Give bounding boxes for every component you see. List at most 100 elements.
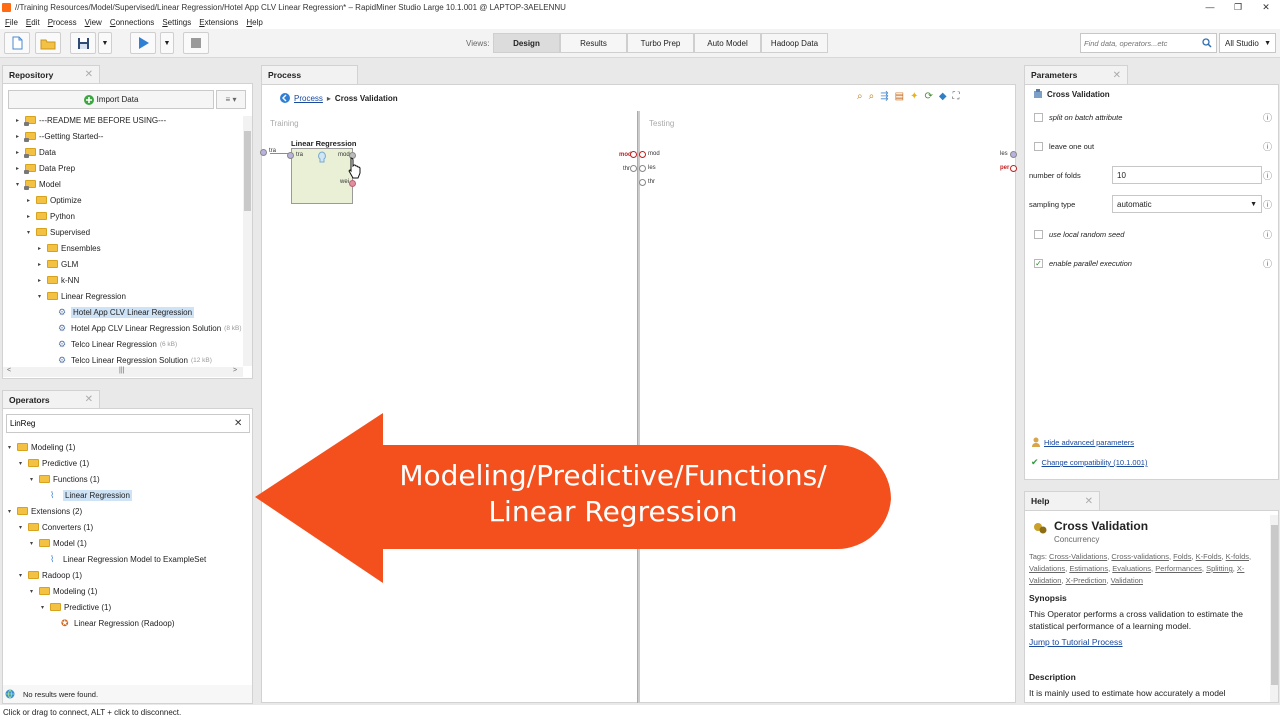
help-tag-link[interactable]: Estimations bbox=[1069, 564, 1108, 573]
breadcrumb-process-link[interactable]: Process bbox=[294, 94, 323, 103]
collapse-icon[interactable]: ▾ bbox=[35, 293, 44, 300]
info-icon[interactable]: ⓘ bbox=[1263, 169, 1272, 182]
tab-help[interactable]: Help ✕ bbox=[1024, 491, 1100, 510]
collapse-icon[interactable]: ▾ bbox=[5, 508, 14, 515]
tree-leaf-item[interactable]: ⚙ Telco Linear Regression (6 kB) bbox=[46, 336, 177, 352]
help-tag-link[interactable]: Cross-Validations bbox=[1049, 552, 1107, 561]
info-icon[interactable]: ⓘ bbox=[1263, 111, 1272, 124]
collapse-icon[interactable]: ▾ bbox=[38, 604, 47, 611]
view-tab-auto-model[interactable]: Auto Model bbox=[694, 33, 761, 53]
repository-menu-button[interactable]: ≡ ▾ bbox=[216, 90, 246, 109]
tab-repository[interactable]: Repository ✕ bbox=[2, 65, 100, 83]
process-up-icon[interactable] bbox=[280, 93, 290, 103]
training-output-port-2[interactable] bbox=[630, 165, 637, 172]
tree-folder-item[interactable]: ▾ Predictive (1) bbox=[38, 599, 111, 615]
tree-folder-item[interactable]: ▾ Predictive (1) bbox=[16, 455, 89, 471]
tab-process[interactable]: Process bbox=[261, 65, 358, 84]
testing-output-per-port[interactable] bbox=[1010, 165, 1017, 172]
help-tag-link[interactable]: K-Folds bbox=[1196, 552, 1222, 561]
import-data-button[interactable]: Import Data bbox=[8, 90, 214, 109]
tree-folder-item[interactable]: ▾ Modeling (1) bbox=[5, 439, 75, 455]
repository-hscrollbar[interactable]: < ||| > bbox=[3, 367, 243, 377]
expand-icon[interactable]: ▸ bbox=[13, 165, 22, 172]
help-tag-link[interactable]: Validations bbox=[1029, 564, 1065, 573]
info-icon[interactable]: ⓘ bbox=[1263, 228, 1272, 241]
tree-folder-item[interactable]: ▸ Python bbox=[24, 208, 75, 224]
info-icon[interactable]: ⓘ bbox=[1263, 257, 1272, 270]
tree-folder-item[interactable]: ▸ --Getting Started-- bbox=[13, 128, 103, 144]
run-button[interactable] bbox=[130, 32, 156, 54]
chevron-left-icon[interactable]: < bbox=[7, 367, 11, 374]
enable-parallel-checkbox[interactable]: ✓ bbox=[1034, 258, 1043, 268]
info-icon[interactable]: ⓘ bbox=[1263, 198, 1272, 211]
tree-folder-item[interactable]: ▸ Optimize bbox=[24, 192, 82, 208]
operator-input-port[interactable] bbox=[287, 152, 294, 159]
tree-folder-item[interactable]: ▸ k-NN bbox=[35, 272, 79, 288]
help-tag-link[interactable]: K-folds bbox=[1226, 552, 1249, 561]
reorder-icon[interactable]: ⟳ bbox=[924, 91, 932, 102]
close-icon[interactable]: ✕ bbox=[1085, 496, 1093, 507]
collapse-icon[interactable]: ▾ bbox=[13, 181, 22, 188]
operator-search-input[interactable] bbox=[7, 415, 232, 432]
tree-folder-item[interactable]: ▸ ---README ME BEFORE USING--- bbox=[13, 112, 166, 128]
expand-icon[interactable]: ▸ bbox=[24, 197, 33, 204]
help-tag-link[interactable]: Evaluations bbox=[1112, 564, 1151, 573]
tree-folder-item[interactable]: ▸ Data bbox=[13, 144, 56, 160]
tree-folder-item[interactable]: ▾ Extensions (2) bbox=[5, 503, 82, 519]
menu-process[interactable]: Process bbox=[48, 18, 77, 27]
help-tag-link[interactable]: Validation bbox=[1111, 576, 1143, 585]
testing-input-mod-port[interactable] bbox=[639, 151, 646, 158]
close-icon[interactable]: ✕ bbox=[1113, 70, 1121, 81]
tree-folder-item[interactable]: ▸ Data Prep bbox=[13, 160, 75, 176]
menu-help[interactable]: Help bbox=[246, 18, 262, 27]
minimize-button[interactable]: — bbox=[1196, 2, 1224, 13]
menu-settings[interactable]: Settings bbox=[162, 18, 191, 27]
fit-view-icon[interactable]: ⛶ bbox=[953, 91, 960, 102]
stop-button[interactable] bbox=[183, 32, 209, 54]
add-note-icon[interactable]: ✦ bbox=[910, 91, 918, 102]
training-input-port[interactable] bbox=[260, 149, 267, 156]
view-tab-turbo-prep[interactable]: Turbo Prep bbox=[627, 33, 694, 53]
split-on-batch-checkbox[interactable] bbox=[1034, 112, 1043, 122]
run-options-dropdown[interactable]: ▼ bbox=[160, 32, 174, 54]
studio-scope-select[interactable]: All Studio ▼ bbox=[1219, 33, 1276, 53]
help-tag-link[interactable]: Performances bbox=[1155, 564, 1202, 573]
chevron-right-icon[interactable]: > bbox=[233, 367, 237, 374]
zoom-out-icon[interactable]: ⌕ bbox=[869, 91, 875, 102]
jump-to-tutorial-link[interactable]: Jump to Tutorial Process bbox=[1029, 637, 1123, 647]
expand-icon[interactable]: ▸ bbox=[13, 117, 22, 124]
view-tab-hadoop-data[interactable]: Hadoop Data bbox=[761, 33, 828, 53]
expand-icon[interactable]: ▸ bbox=[24, 213, 33, 220]
tree-leaf-item[interactable]: ⚙ Hotel App CLV Linear Regression Solutio… bbox=[46, 320, 242, 336]
tree-folder-item[interactable]: ▾ Radoop (1) bbox=[16, 567, 82, 583]
auto-wire-icon[interactable]: ⇶ bbox=[880, 91, 888, 102]
tree-folder-item[interactable]: ▾ Model bbox=[13, 176, 61, 192]
leave-one-out-checkbox[interactable] bbox=[1034, 141, 1043, 151]
collapse-icon[interactable]: ▾ bbox=[5, 444, 14, 451]
global-search-input[interactable] bbox=[1081, 34, 1199, 52]
new-process-button[interactable] bbox=[4, 32, 30, 54]
menu-connections[interactable]: Connections bbox=[110, 18, 154, 27]
subprocess-divider[interactable] bbox=[637, 111, 640, 703]
testing-input-thr-port[interactable] bbox=[639, 179, 646, 186]
tree-leaf-item[interactable]: ⚙ Telco Linear Regression Solution (12 kB) bbox=[46, 352, 212, 368]
zoom-in-icon[interactable]: ⌕ bbox=[857, 91, 863, 102]
clear-search-icon[interactable]: ✕ bbox=[234, 418, 242, 429]
help-tag-link[interactable]: Cross-validations bbox=[1111, 552, 1169, 561]
save-button[interactable] bbox=[70, 32, 96, 54]
hide-advanced-link[interactable]: Hide advanced parameters bbox=[1044, 438, 1134, 447]
tree-folder-item[interactable]: ▾ Linear Regression bbox=[35, 288, 126, 304]
collapse-icon[interactable]: ▾ bbox=[27, 540, 36, 547]
save-options-dropdown[interactable]: ▼ bbox=[98, 32, 112, 54]
maximize-button[interactable]: ❐ bbox=[1224, 2, 1252, 13]
close-icon[interactable]: ✕ bbox=[85, 69, 93, 80]
change-compat-link[interactable]: Change compatibility (10.1.001) bbox=[1042, 458, 1148, 467]
menu-view[interactable]: View bbox=[85, 18, 102, 27]
repository-scrollbar[interactable] bbox=[243, 116, 252, 366]
collapse-icon[interactable]: ▾ bbox=[16, 460, 25, 467]
expand-icon[interactable]: ▸ bbox=[35, 277, 44, 284]
tree-leaf-item[interactable]: ⚙ Hotel App CLV Linear Regression bbox=[46, 304, 195, 320]
layer-icon[interactable]: ◆ bbox=[939, 91, 947, 102]
close-icon[interactable]: ✕ bbox=[85, 394, 93, 405]
search-icon[interactable] bbox=[1202, 38, 1212, 48]
